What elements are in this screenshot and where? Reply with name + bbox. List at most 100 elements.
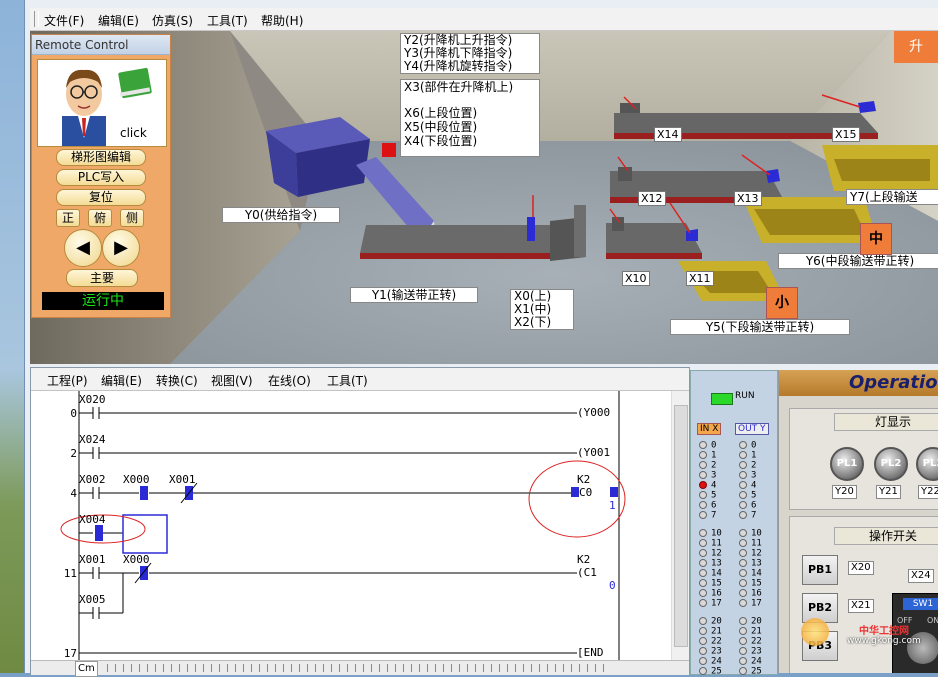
lamp-section: 灯显示 PL1 PL2 PL3 Y20 Y21 Y22 [789, 408, 938, 510]
lamp-y21: Y21 [876, 485, 901, 499]
pos-x3: X3(部件在升降机上) [404, 80, 514, 94]
output-led-row: 12 [739, 549, 762, 558]
led-dot-icon [699, 511, 707, 519]
led-number: 7 [711, 510, 717, 521]
led-number: 7 [751, 510, 757, 521]
label-y1: Y1(输送带正转) [350, 287, 478, 303]
watermark-url: www.gkong.com [847, 636, 921, 646]
led-number: 6 [711, 500, 717, 511]
led-dot-icon [739, 441, 747, 449]
ladder-menu-edit[interactable]: 编辑(E) [101, 372, 142, 389]
input-led-row: 3 [699, 471, 716, 480]
led-dot-icon [739, 461, 747, 469]
switch-section-title: 操作开关 [834, 527, 938, 545]
input-led-row: 21 [699, 627, 722, 636]
led-number: 10 [751, 528, 762, 539]
plc-write-button[interactable]: PLC写入 [56, 169, 146, 186]
led-dot-icon [739, 539, 747, 547]
view-side-button[interactable]: 侧 [120, 209, 144, 227]
ladder-menu-project[interactable]: 工程(P) [47, 372, 88, 389]
led-dot-icon [699, 471, 707, 479]
led-dot-icon [739, 559, 747, 567]
view-top-button[interactable]: 俯 [88, 209, 112, 227]
led-dot-icon [699, 667, 707, 675]
menu-tools[interactable]: 工具(T) [207, 12, 248, 29]
coil-y001: (Y001 [577, 446, 611, 459]
led-dot-icon [739, 451, 747, 459]
led-dot-icon [699, 599, 707, 607]
end-instruction: [END [577, 646, 604, 659]
sw-input: X24 [908, 569, 934, 583]
pb1-button[interactable]: PB1 [802, 555, 838, 585]
input-led-row: 24 [699, 657, 722, 666]
operator-picture[interactable]: click [37, 59, 167, 147]
led-dot-icon [699, 491, 707, 499]
led-number: 2 [711, 460, 717, 471]
menu-edit[interactable]: 编辑(E) [98, 12, 139, 29]
view-front-button[interactable]: 正 [56, 209, 80, 227]
contact-x000: X000 [123, 473, 150, 486]
coil-y000: (Y000 [577, 406, 611, 419]
led-dot-icon [739, 589, 747, 597]
main-button[interactable]: 主要 [66, 269, 138, 287]
ladder-menu-convert[interactable]: 转换(C) [156, 372, 198, 389]
led-dot-icon [739, 511, 747, 519]
ladder-menu-online[interactable]: 在线(O) [268, 372, 311, 389]
input-led-row: 0 [699, 441, 716, 450]
led-dot-icon [699, 657, 707, 665]
ladder-vertical-scrollbar[interactable] [671, 391, 689, 661]
output-led-row: 21 [739, 627, 762, 636]
led-dot-icon [739, 617, 747, 625]
contact-x004: X004 [79, 513, 106, 526]
lamp-pl2: PL2 [874, 447, 908, 481]
led-dot-icon [699, 569, 707, 577]
led-dot-icon [699, 529, 707, 537]
step-2: 2 [70, 447, 77, 460]
led-dot-icon [699, 637, 707, 645]
label-x14: X14 [654, 127, 682, 142]
output-led-row: 23 [739, 647, 762, 656]
step-11: 11 [63, 567, 77, 580]
led-dot-icon [739, 549, 747, 557]
menu-simulate[interactable]: 仿真(S) [152, 12, 193, 29]
led-number: 12 [711, 548, 722, 559]
led-number: 20 [751, 616, 762, 627]
output-led-row: 17 [739, 599, 762, 608]
ladder-diagram[interactable]: 0 2 4 11 17 X020 (Y000 X024 (Y001 X002 X… [31, 391, 671, 661]
input-led-row: 17 [699, 599, 722, 608]
ladder-menu-tools[interactable]: 工具(T) [327, 372, 368, 389]
led-dot-icon [739, 637, 747, 645]
ladder-editor-window: 工程(P) 编辑(E) 转换(C) 视图(V) 在线(O) 工具(T) 0 2 … [30, 367, 690, 677]
led-number: 11 [711, 538, 722, 549]
pos-x5: X5(中段位置) [404, 120, 478, 134]
led-number: 3 [711, 470, 717, 481]
pos-x4: X4(下段位置) [404, 134, 478, 148]
ladder-menu-view[interactable]: 视图(V) [211, 372, 253, 389]
scrollbar-thumb[interactable] [674, 405, 688, 647]
led-dot-icon [739, 579, 747, 587]
tag-small: 小 [766, 287, 798, 319]
led-number: 10 [711, 528, 722, 539]
led-dot-icon [699, 549, 707, 557]
ladder-tool-icons[interactable] [107, 664, 607, 672]
led-dot-icon [699, 441, 707, 449]
left-arrow-icon[interactable]: ◀ [64, 229, 102, 267]
input-led-row: 14 [699, 569, 722, 578]
output-led-row: 16 [739, 589, 762, 598]
led-number: 16 [751, 588, 762, 599]
right-arrow-icon[interactable]: ▶ [102, 229, 140, 267]
switch-section: 操作开关 PB1 X20 X24 PB2 X21 SW1 OFF ON PB3 [789, 516, 938, 673]
lamp-section-title: 灯显示 [834, 413, 938, 431]
menu-file[interactable]: 文件(F) [44, 12, 84, 29]
output-led-row: 2 [739, 461, 756, 470]
input-led-row: 15 [699, 579, 722, 588]
input-led-row: 4 [699, 481, 716, 490]
input-led-row: 22 [699, 637, 722, 646]
led-dot-icon [739, 569, 747, 577]
led-dot-icon [699, 647, 707, 655]
menu-help[interactable]: 帮助(H) [261, 12, 303, 29]
run-status: 运行中 [42, 292, 164, 310]
ladder-edit-button[interactable]: 梯形图编辑 [56, 149, 146, 166]
reset-button[interactable]: 复位 [56, 189, 146, 206]
tool-cm-button[interactable]: Cm [75, 661, 98, 677]
